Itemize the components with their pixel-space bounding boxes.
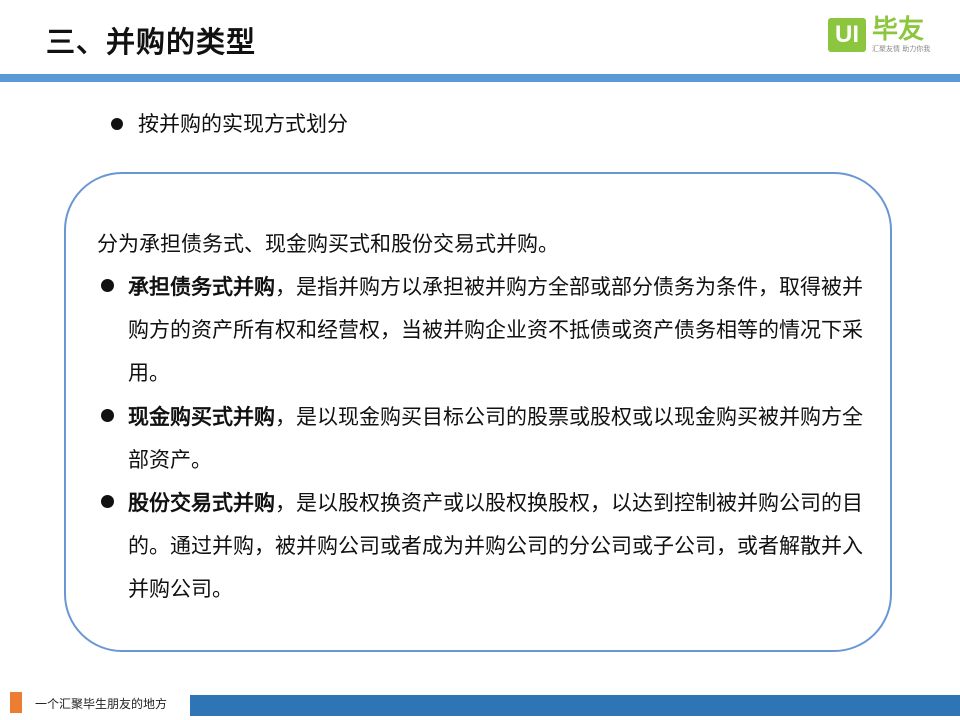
section-subheading: 按并购的实现方式划分 [138, 112, 348, 136]
brand-logo: UI 毕友 汇聚友情 助力你我 [828, 14, 940, 56]
footer-accent [10, 692, 22, 713]
bullet-icon [111, 118, 123, 130]
bullet-icon [101, 409, 114, 422]
bullet-icon [101, 495, 114, 508]
list-item-text: 股份交易式并购，是以股权换资产或以股权换股权，以达到控制被并购公司的目的。通过并… [128, 482, 873, 611]
logo-mark: UI [828, 18, 866, 52]
item-term: 股份交易式并购 [128, 491, 275, 515]
logo-name: 毕友 [872, 15, 925, 45]
page-title: 三、并购的类型 [46, 25, 257, 59]
card-intro-text: 分为承担债务式、现金购买式和股份交易式并购。 [97, 232, 559, 256]
logo-tagline: 汇聚友情 助力你我 [872, 45, 931, 53]
bullet-icon [101, 279, 114, 292]
list-item-text: 现金购买式并购，是以现金购买目标公司的股票或股权或以现金购买被并购方全部资产。 [128, 396, 873, 482]
item-term: 现金购买式并购 [128, 405, 275, 429]
item-term: 承担债务式并购 [128, 275, 275, 299]
list-item-text: 承担债务式并购，是指并购方以承担被并购方全部或部分债务为条件，取得被并购方的资产… [128, 266, 873, 395]
footer-tagline: 一个汇聚毕生朋友的地方 [35, 697, 168, 711]
slide: 三、并购的类型 UI 毕友 汇聚友情 助力你我 按并购的实现方式划分 分为承担债… [0, 0, 960, 720]
footer-bar [190, 695, 960, 716]
title-divider [0, 74, 960, 82]
